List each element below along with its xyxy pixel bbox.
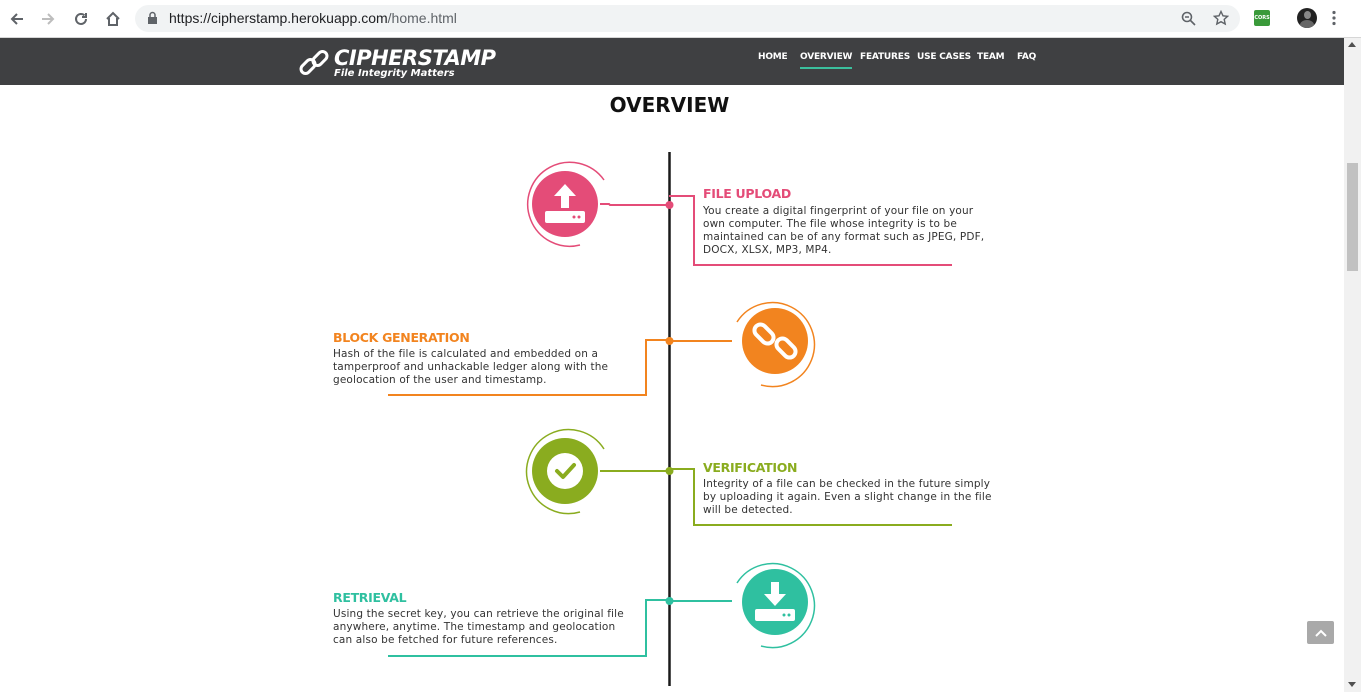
home-icon[interactable] [102,8,124,30]
step-title-block-generation: BLOCK GENERATION [333,330,470,345]
menu-kebab-icon[interactable] [1331,10,1337,31]
star-icon[interactable] [1212,9,1230,31]
desc-line: geolocation of the user and timestamp. [333,374,547,386]
desc-line: own computer. The file whose integrity i… [703,218,957,230]
step-title-verification: VERIFICATION [703,460,798,475]
step-desc-verification: Integrity of a file can be checked in th… [703,478,1008,517]
back-icon[interactable] [6,8,28,30]
step-desc-block-generation: Hash of the file is calculated and embed… [333,348,633,387]
back-to-top-button[interactable] [1307,621,1334,644]
reload-icon[interactable] [70,8,92,30]
step-title-retrieval: RETRIEVAL [333,590,407,605]
forward-icon[interactable] [37,8,59,30]
desc-line: Hash of the file is calculated and embed… [333,348,599,360]
scrollbar-thumb[interactable] [1347,163,1358,271]
desc-line: Integrity of a file can be checked in th… [703,478,991,490]
chevron-up-icon [1314,629,1327,637]
zoom-icon[interactable] [1181,11,1196,31]
desc-line: can also be fetched for future reference… [333,634,558,646]
step-desc-file-upload: You create a digital fingerprint of your… [703,205,1003,257]
page-viewport: CIPHERSTAMP File Integrity Matters HOME … [0,38,1344,692]
step-desc-retrieval: Using the secret key, you can retrieve t… [333,608,638,647]
browser-toolbar: https://cipherstamp.herokuapp.com/home.h… [0,0,1361,38]
url-text: https://cipherstamp.herokuapp.com/home.h… [169,10,457,26]
desc-line: by uploading it again. Even a slight cha… [703,491,992,503]
desc-line: You create a digital fingerprint of your… [703,205,974,217]
scroll-down-arrow-icon[interactable] [1348,682,1356,687]
desc-line: will be detected. [703,504,793,516]
desc-line: Using the secret key, you can retrieve t… [333,608,624,620]
scroll-up-arrow-icon[interactable] [1348,42,1356,47]
address-bar[interactable]: https://cipherstamp.herokuapp.com/home.h… [135,5,1240,32]
lock-icon [147,11,158,30]
desc-line: tamperproof and unhackable ledger along … [333,361,609,373]
desc-line: maintained can be of any format such as … [703,231,985,243]
profile-avatar[interactable] [1297,8,1317,28]
extension-icon[interactable]: CORS [1254,10,1270,26]
desc-line: DOCX, XLSX, MP3, MP4. [703,244,832,256]
url-host: https://cipherstamp.herokuapp.com [169,10,388,26]
extension-label: CORS [1254,15,1270,21]
page-scrollbar[interactable] [1344,38,1361,692]
desc-line: anywhere, anytime. The timestamp and geo… [333,621,616,633]
timeline-graphic [388,152,952,686]
url-path: /home.html [387,10,457,26]
checkmark-icon [547,453,583,489]
step-title-file-upload: FILE UPLOAD [703,186,791,201]
